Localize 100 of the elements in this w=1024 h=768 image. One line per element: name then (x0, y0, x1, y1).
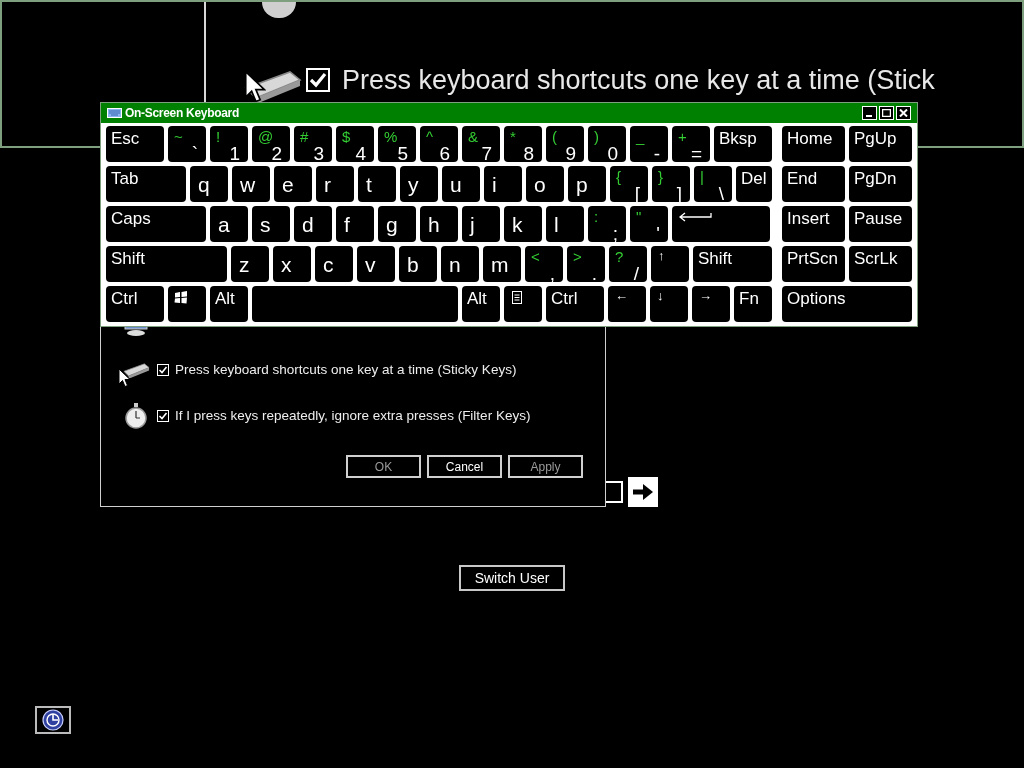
keyboard-key[interactable]: ScrLk (849, 246, 912, 282)
keyboard-key[interactable]: ← (608, 286, 646, 322)
keyboard-key[interactable]: ↑ (651, 246, 689, 282)
keyboard-key[interactable]: Caps (106, 206, 206, 242)
close-button[interactable] (896, 106, 911, 120)
ease-of-access-icon (42, 709, 64, 731)
keyboard-key[interactable]: l (546, 206, 584, 242)
keyboard-key[interactable] (168, 286, 206, 322)
keyboard-key[interactable]: Bksp (714, 126, 772, 162)
window-title: On-Screen Keyboard (125, 105, 239, 122)
keyboard-key[interactable]: ~ ` (168, 126, 206, 162)
enter-key[interactable] (672, 206, 770, 242)
keyboard-key[interactable]: Home (782, 126, 845, 162)
keyboard-key[interactable]: h (420, 206, 458, 242)
keyboard-key[interactable]: Pause (849, 206, 912, 242)
return-arrow-icon (678, 212, 712, 222)
keyboard-key[interactable]: Tab (106, 166, 186, 202)
keyboard-key[interactable]: ( 9 (546, 126, 584, 162)
pointer-icon (244, 70, 267, 104)
minimize-button[interactable] (862, 106, 877, 120)
keyboard-key[interactable]: # 3 (294, 126, 332, 162)
keyboard-key[interactable]: g (378, 206, 416, 242)
keyboard-key[interactable]: + = (672, 126, 710, 162)
keyboard-key[interactable]: d (294, 206, 332, 242)
keyboard-key[interactable]: Fn (734, 286, 772, 322)
switch-user-button[interactable]: Switch User (459, 565, 565, 591)
keyboard-key[interactable]: PgUp (849, 126, 912, 162)
keyboard-key[interactable]: PrtScn (782, 246, 845, 282)
checkbox[interactable] (157, 410, 169, 422)
keyboard-key[interactable]: j (462, 206, 500, 242)
keyboard-key[interactable]: & 7 (462, 126, 500, 162)
keyboard-key[interactable]: e (274, 166, 312, 202)
keyboard-key[interactable]: v (357, 246, 395, 282)
menu-key-icon (512, 291, 522, 304)
keyboard-key[interactable]: r (316, 166, 354, 202)
keyboard-key[interactable]: o (526, 166, 564, 202)
magnified-icon (262, 2, 296, 18)
keyboard-key[interactable]: Esc (106, 126, 164, 162)
keyboard-key[interactable]: m (483, 246, 521, 282)
keyboard-key[interactable]: t (358, 166, 396, 202)
close-icon (899, 109, 908, 117)
keyboard-key[interactable]: q (190, 166, 228, 202)
keyboard-key[interactable]: n (441, 246, 479, 282)
keyboard-key[interactable]: Ctrl (106, 286, 164, 322)
keyboard-key[interactable]: Options (782, 286, 912, 322)
keyboard-key[interactable]: Insert (782, 206, 845, 242)
keyboard-key[interactable]: ! 1 (210, 126, 248, 162)
keyboard-key[interactable]: s (252, 206, 290, 242)
keyboard-key[interactable]: ↓ (650, 286, 688, 322)
keyboard-key[interactable]: End (782, 166, 845, 202)
keyboard-key[interactable]: w (232, 166, 270, 202)
keyboard-key[interactable]: " ' (630, 206, 668, 242)
keyboard-key[interactable]: > . (567, 246, 605, 282)
keyboard-key[interactable]: f (336, 206, 374, 242)
keyboard-key[interactable]: PgDn (849, 166, 912, 202)
submit-button[interactable] (628, 477, 658, 507)
dialog-button[interactable]: Cancel (427, 455, 502, 478)
keyboard-key[interactable]: ? / (609, 246, 647, 282)
checkbox[interactable] (157, 364, 169, 376)
option-label: If I press keys repeatedly, ignore extra presses (Filter Keys) (175, 406, 531, 425)
keyboard-key[interactable]: * 8 (504, 126, 542, 162)
keyboard-key[interactable]: Alt (210, 286, 248, 322)
keyboard-key[interactable]: i (484, 166, 522, 202)
keyboard-key[interactable]: u (442, 166, 480, 202)
keyboard-key[interactable]: y (400, 166, 438, 202)
keyboard-key[interactable]: k (504, 206, 542, 242)
keyboard-key[interactable]: _ - (630, 126, 668, 162)
keyboard-key[interactable]: Shift (106, 246, 227, 282)
keyboard-key[interactable]: z (231, 246, 269, 282)
keyboard-key[interactable]: b (399, 246, 437, 282)
keyboard-key[interactable]: < , (525, 246, 563, 282)
keyboard-key[interactable]: x (273, 246, 311, 282)
keyboard-icon (122, 361, 150, 379)
keyboard-key[interactable]: c (315, 246, 353, 282)
keyboard-key[interactable]: @ 2 (252, 126, 290, 162)
arrow-right-icon (632, 483, 654, 501)
keyboard-key[interactable]: a (210, 206, 248, 242)
pointer-icon (118, 368, 131, 388)
maximize-button[interactable] (879, 106, 894, 120)
keyboard-key[interactable]: p (568, 166, 606, 202)
keyboard-key[interactable]: Ctrl (546, 286, 604, 322)
option-label: Press keyboard shortcuts one key at a time (Sticky Keys) (175, 360, 517, 379)
keyboard-key[interactable]: → (692, 286, 730, 322)
keyboard-key[interactable]: ^ 6 (420, 126, 458, 162)
keyboard-icon (107, 108, 122, 118)
checkbox[interactable] (306, 68, 330, 93)
ease-of-access-button[interactable] (35, 706, 71, 734)
keyboard-key[interactable]: % 5 (378, 126, 416, 162)
keyboard-key[interactable]: Alt (462, 286, 500, 322)
maximize-icon (882, 109, 891, 117)
option-label: Press keyboard shortcuts one key at a time (Stick (342, 64, 935, 97)
keyboard-key[interactable] (504, 286, 542, 322)
keyboard-key[interactable]: | \ (694, 166, 732, 202)
windows-logo-icon (174, 291, 188, 304)
keyboard-key[interactable]: ) 0 (588, 126, 626, 162)
stopwatch-icon (124, 403, 148, 429)
keyboard-key[interactable]: Del (736, 166, 772, 202)
keyboard-key[interactable]: $ 4 (336, 126, 374, 162)
keyboard-key[interactable]: Shift (693, 246, 772, 282)
keyboard-key[interactable]: : ; (588, 206, 626, 242)
